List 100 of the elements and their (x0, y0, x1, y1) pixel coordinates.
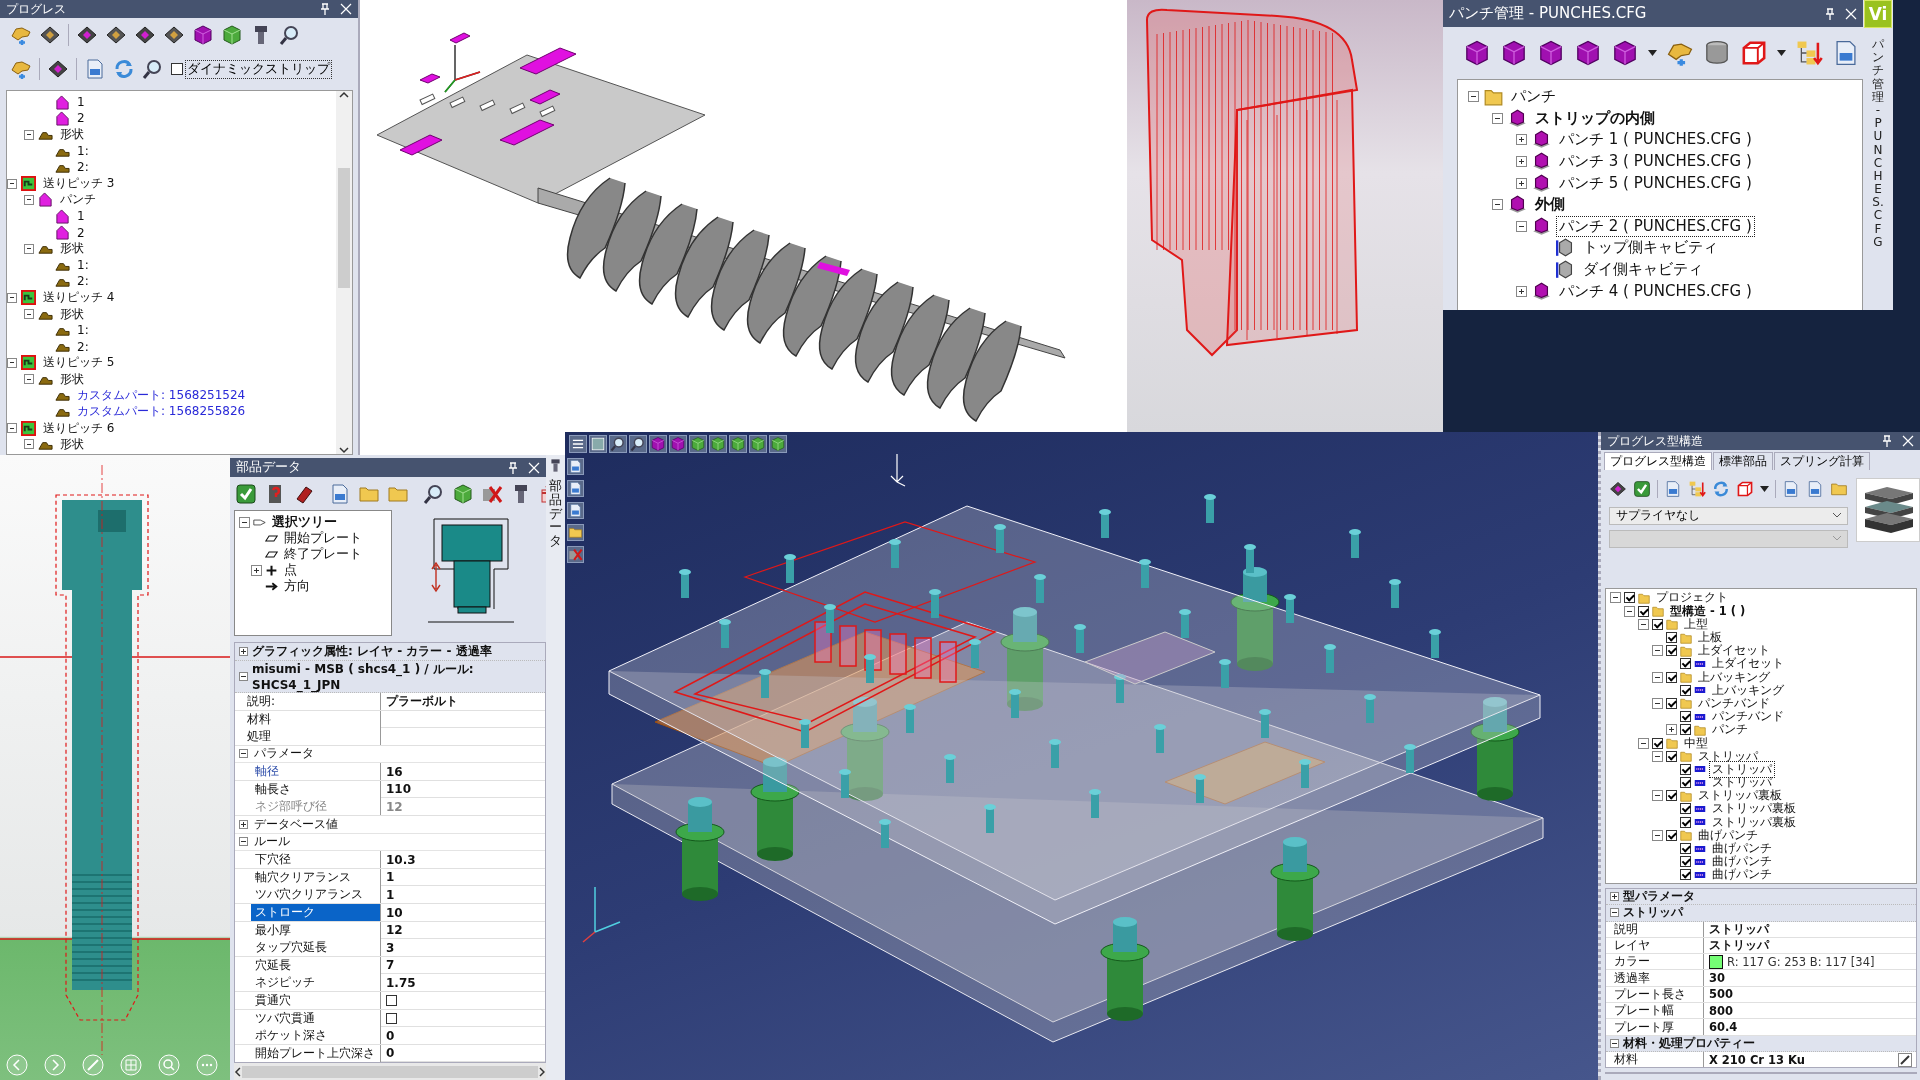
collapse-toggle[interactable] (239, 749, 248, 759)
cube-icon[interactable] (1740, 39, 1768, 67)
close-icon[interactable] (1845, 7, 1857, 20)
cube-icon[interactable] (192, 24, 214, 46)
square-icon[interactable] (589, 435, 607, 453)
folder-icon[interactable] (567, 524, 584, 541)
tree-item[interactable]: 1 (74, 208, 88, 225)
tree-item[interactable]: 1: (74, 143, 92, 160)
checkbox[interactable] (171, 63, 183, 75)
collapse-toggle[interactable] (239, 516, 250, 528)
collapse-toggle[interactable] (1492, 112, 1503, 124)
tree-item[interactable]: 1: (74, 322, 92, 339)
scroll-up-icon[interactable] (339, 91, 349, 99)
side-tab[interactable]: パンチ管理 - PUNCHES.CFG (1872, 38, 1884, 249)
refresh-icon[interactable] (113, 58, 135, 80)
checkbox[interactable] (1624, 592, 1635, 604)
collapse-toggle[interactable] (1610, 592, 1621, 604)
tree-item[interactable]: パンチ 1 ( PUNCHES.CFG ) (1556, 129, 1755, 151)
checkbox-label[interactable]: ダイナミックストリップ (185, 59, 332, 79)
cube-icon[interactable] (1537, 39, 1565, 67)
hierarchy-icon[interactable] (1795, 39, 1823, 67)
plate-icon[interactable] (76, 24, 98, 46)
collapse-toggle[interactable] (24, 439, 34, 450)
expand-toggle[interactable] (1610, 892, 1619, 902)
caret-icon[interactable] (1648, 50, 1657, 56)
horizontal-scrollbar[interactable] (234, 1063, 546, 1080)
checkbox[interactable] (1666, 697, 1677, 709)
expand-toggle[interactable] (1516, 177, 1527, 189)
checkbox[interactable] (1666, 750, 1677, 762)
search-icon[interactable] (629, 435, 647, 453)
tab[interactable]: プログレス型構造 (1604, 452, 1712, 470)
tree-item[interactable]: 曲げパンチ (1709, 866, 1775, 883)
search-icon[interactable] (423, 482, 445, 505)
checkbox[interactable] (1680, 869, 1691, 881)
collapse-toggle[interactable] (1652, 671, 1663, 683)
pin-icon[interactable] (320, 3, 330, 15)
tree-item[interactable]: トップ側キャビティ (1580, 237, 1721, 259)
document-icon[interactable] (1664, 479, 1682, 498)
checkbox[interactable] (1666, 645, 1677, 657)
collapse-toggle[interactable] (1652, 697, 1663, 709)
scrollbar[interactable] (336, 91, 352, 454)
pin-icon[interactable] (1882, 435, 1892, 447)
check-icon[interactable] (1633, 479, 1651, 498)
collapse-toggle[interactable] (24, 194, 34, 205)
cube-icon[interactable] (1574, 39, 1602, 67)
collapse-toggle[interactable] (1468, 91, 1479, 103)
close-icon[interactable] (1902, 435, 1914, 447)
collapse-toggle[interactable] (24, 129, 34, 140)
plate-icon[interactable] (134, 24, 156, 46)
collapse-toggle[interactable] (24, 374, 34, 385)
checkbox[interactable] (1666, 829, 1677, 841)
tab[interactable]: スプリング計算 (1774, 452, 1870, 470)
checkbox[interactable] (386, 1012, 397, 1024)
plate-icon[interactable] (1609, 479, 1627, 498)
checkbox[interactable] (1680, 658, 1691, 670)
scroll-right-icon[interactable] (538, 1066, 546, 1077)
collapse-toggle[interactable] (1652, 645, 1663, 657)
cube-icon[interactable] (1463, 39, 1491, 67)
checkbox[interactable] (386, 995, 397, 1006)
cube-icon[interactable] (452, 482, 474, 505)
caret-icon[interactable] (1777, 50, 1786, 56)
checkbox[interactable] (1652, 737, 1663, 749)
checkbox[interactable] (1638, 605, 1649, 617)
collapse-toggle[interactable] (1652, 829, 1663, 841)
pin-icon[interactable] (1825, 7, 1835, 20)
collapse-toggle[interactable] (1516, 220, 1527, 232)
cube-icon[interactable] (221, 24, 243, 46)
checkbox[interactable] (1680, 777, 1691, 789)
tree-item[interactable]: 1: (74, 257, 92, 274)
tree-item[interactable]: 2: (74, 159, 92, 176)
close-icon[interactable] (340, 3, 352, 15)
collapse-toggle[interactable] (1638, 618, 1649, 630)
tree-item[interactable]: 2 (74, 224, 88, 241)
document-icon[interactable] (84, 58, 106, 80)
document-icon[interactable] (1806, 479, 1824, 498)
tree-item[interactable]: パンチ 3 ( PUNCHES.CFG ) (1556, 151, 1755, 173)
scroll-thumb[interactable] (338, 167, 350, 288)
close-icon[interactable] (528, 461, 540, 474)
collapse-toggle[interactable] (24, 243, 34, 254)
caret-icon[interactable] (1760, 485, 1769, 492)
side-tab[interactable]: 部品データ (549, 479, 562, 548)
tree-item[interactable]: 2: (74, 273, 92, 290)
scroll-left-icon[interactable] (234, 1066, 242, 1077)
tree-item[interactable]: パンチ 4 ( PUNCHES.CFG ) (1556, 280, 1755, 302)
plate-icon[interactable] (47, 58, 69, 80)
cube-icon[interactable] (1736, 479, 1754, 498)
tree-item[interactable]: 上ダイセット (1709, 655, 1787, 673)
tab[interactable]: 標準部品 (1713, 452, 1773, 470)
checkbox[interactable] (1680, 763, 1691, 775)
collapse-toggle[interactable] (1624, 605, 1635, 617)
collapse-toggle[interactable] (1610, 1038, 1619, 1048)
checkbox[interactable] (1666, 790, 1677, 802)
checkbox[interactable] (1680, 724, 1691, 736)
expand-toggle[interactable] (1516, 156, 1527, 168)
pin-icon[interactable] (508, 461, 518, 474)
tree-item[interactable]: パンチ (1709, 721, 1751, 739)
checkbox[interactable] (1680, 843, 1691, 855)
expand-toggle[interactable] (1516, 134, 1527, 146)
supplier-dropdown[interactable]: サプライヤなし (1609, 506, 1848, 525)
plate-icon[interactable] (39, 24, 61, 46)
